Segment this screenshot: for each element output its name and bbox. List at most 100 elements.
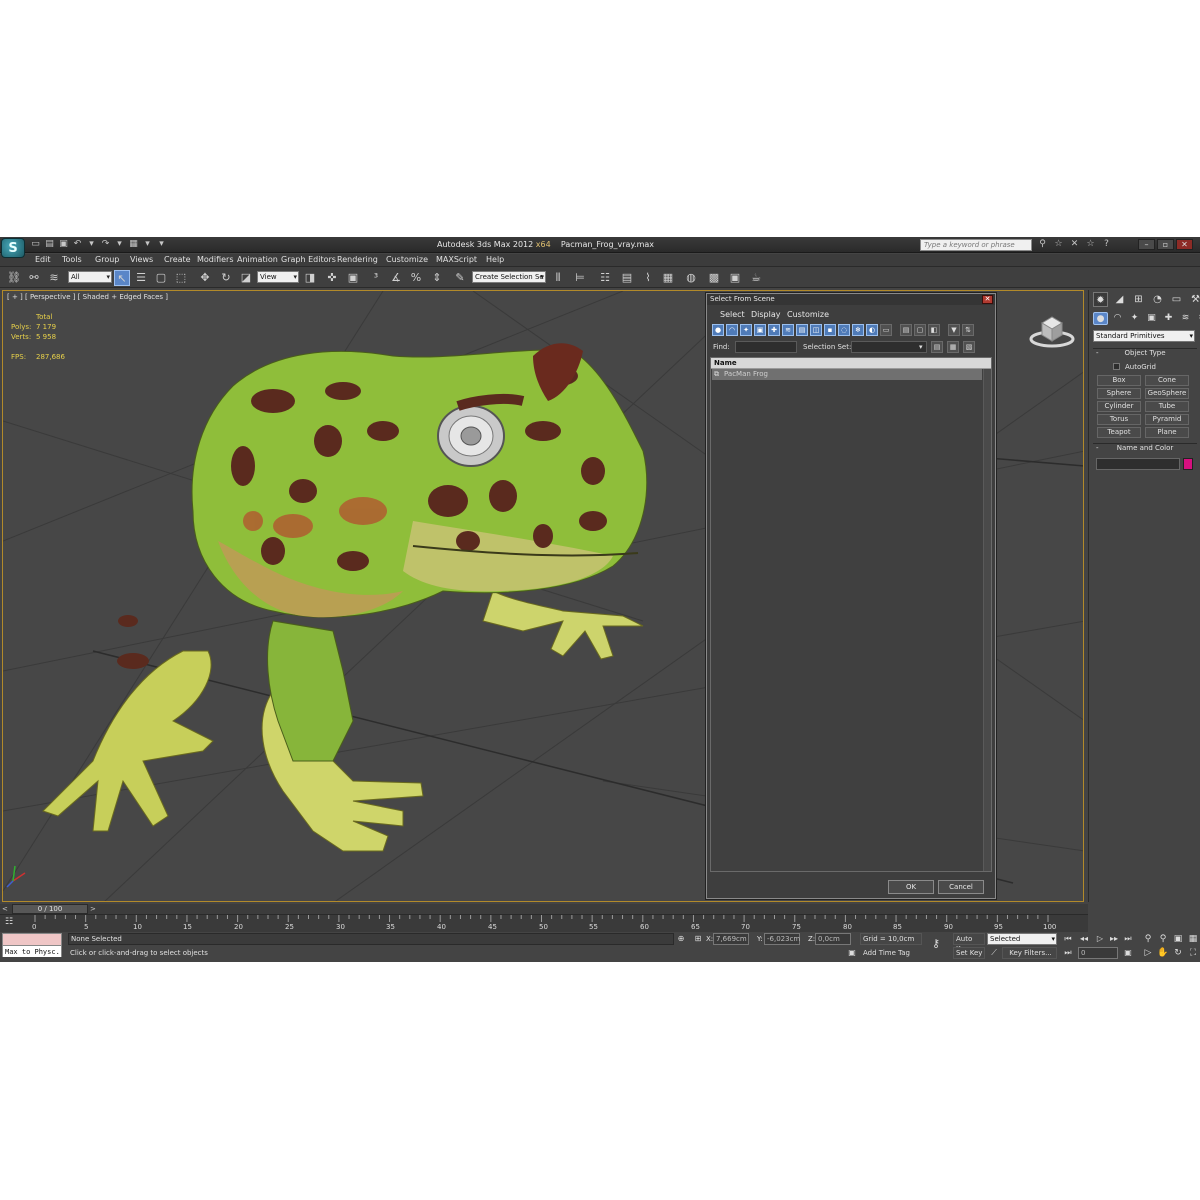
camera-filter-icon[interactable]: ▣ <box>754 324 766 336</box>
named-selection-dropdown[interactable]: Create Selection Se <box>472 271 546 283</box>
menu-modifiers[interactable]: Modifiers <box>197 255 234 264</box>
cancel-button[interactable]: Cancel <box>938 880 984 894</box>
menu-tools[interactable]: Tools <box>62 255 82 264</box>
time-configuration-icon[interactable]: ▣ <box>1122 947 1134 959</box>
menu-help[interactable]: Help <box>486 255 504 264</box>
spacewarp-filter-icon[interactable]: ≋ <box>782 324 794 336</box>
time-tag-icon[interactable]: ▣ <box>846 947 858 959</box>
systems-category-icon[interactable]: ✱ <box>1195 312 1200 325</box>
select-all-icon[interactable]: ▤ <box>900 324 912 336</box>
auto-key-button[interactable]: Auto Key <box>953 933 985 953</box>
motion-tab-icon[interactable]: ◔ <box>1150 292 1165 307</box>
key-mode-dropdown[interactable]: Selected <box>987 933 1057 945</box>
undo-icon[interactable]: ↶ <box>72 239 83 250</box>
default-tangents-icon[interactable]: ⟋ <box>988 947 1000 959</box>
key-icon[interactable]: ✕ <box>1069 239 1080 250</box>
link-icon[interactable]: ⛓ <box>6 270 22 286</box>
utilities-tab-icon[interactable]: ⚒ <box>1188 292 1200 307</box>
maxscript-listener[interactable]: Max to Physc. <box>2 933 62 957</box>
select-manipulate-icon[interactable]: ✜ <box>324 270 340 286</box>
dialog-menu-customize[interactable]: Customize <box>787 310 829 319</box>
menu-graph-editors[interactable]: Graph Editors <box>281 255 336 264</box>
tube-button[interactable]: Tube <box>1145 401 1189 412</box>
previous-frame-icon[interactable]: ◂◂ <box>1078 933 1090 945</box>
scale-icon[interactable]: ◪ <box>238 270 254 286</box>
y-coordinate-field[interactable]: -6,023cm <box>764 933 800 945</box>
maxscript-input[interactable]: Max to Physc. <box>3 945 61 957</box>
find-children-icon[interactable]: ▧ <box>963 341 975 353</box>
teapot-button[interactable]: Teapot <box>1097 427 1141 438</box>
selection-set-dropdown[interactable] <box>851 341 927 353</box>
move-icon[interactable]: ✥ <box>197 270 213 286</box>
track-bar[interactable]: ☷ 0 5 10 15 20 25 30 35 40 45 50 55 60 6… <box>0 914 1088 932</box>
unlink-icon[interactable]: ⚯ <box>26 270 42 286</box>
material-editor-icon[interactable]: ◍ <box>683 270 699 286</box>
bone-filter-icon[interactable]: ▪ <box>824 324 836 336</box>
minimize-button[interactable]: – <box>1138 239 1155 250</box>
render-setup-icon[interactable]: ▩ <box>706 270 722 286</box>
menu-animation[interactable]: Animation <box>237 255 278 264</box>
frozen-filter-icon[interactable]: ❄ <box>852 324 864 336</box>
app-logo[interactable]: S <box>1 238 25 258</box>
display-tab-icon[interactable]: ▭ <box>1169 292 1184 307</box>
selection-set-arrow-icon[interactable]: ▾ <box>919 343 923 351</box>
find-input[interactable] <box>735 341 797 353</box>
rendered-frame-icon[interactable]: ▣ <box>727 270 743 286</box>
close-button[interactable]: ✕ <box>1176 239 1193 250</box>
help-icon[interactable]: ? <box>1101 239 1112 250</box>
time-next-icon[interactable]: > <box>90 905 98 913</box>
name-color-rollout[interactable]: - Name and Color <box>1093 443 1197 453</box>
window-crossing-icon[interactable]: ⬚ <box>173 270 189 286</box>
cameras-category-icon[interactable]: ▣ <box>1144 312 1159 325</box>
percent-snap-icon[interactable]: % <box>408 270 424 286</box>
shape-filter-icon[interactable]: ◠ <box>726 324 738 336</box>
angle-snap-icon[interactable]: ∡ <box>388 270 404 286</box>
modify-tab-icon[interactable]: ◢ <box>1112 292 1127 307</box>
undo-dropdown-icon[interactable]: ▾ <box>86 239 97 250</box>
zoom-icon[interactable]: ⚲ <box>1141 932 1155 946</box>
selection-filter-dropdown[interactable]: All <box>68 271 112 283</box>
sort-icon[interactable]: ⇅ <box>962 324 974 336</box>
go-to-start-icon[interactable]: ⏮ <box>1062 933 1074 945</box>
pan-icon[interactable]: ✋ <box>1156 946 1170 960</box>
pivot-center-icon[interactable]: ◨ <box>302 270 318 286</box>
autogrid-checkbox[interactable]: AutoGrid <box>1113 363 1156 371</box>
field-of-view-icon[interactable]: ▷ <box>1141 946 1155 960</box>
name-column-header[interactable]: Name <box>711 358 991 369</box>
zoom-all-icon[interactable]: ⚲ <box>1156 932 1170 946</box>
align-icon[interactable]: ⊨ <box>572 270 588 286</box>
geometry-filter-icon[interactable]: ● <box>712 324 724 336</box>
schematic-view-icon[interactable]: ▦ <box>660 270 676 286</box>
list-scrollbar[interactable] <box>983 369 991 871</box>
plane-button[interactable]: Plane <box>1145 427 1189 438</box>
hidden-filter-icon[interactable]: ◐ <box>866 324 878 336</box>
lock-selection-icon[interactable]: ⊕ <box>675 933 687 945</box>
render-production-icon[interactable]: ☕ <box>748 270 764 286</box>
z-coordinate-field[interactable]: 0,0cm <box>815 933 851 945</box>
snap-toggle-icon[interactable]: ³ <box>368 270 384 286</box>
menu-maxscript[interactable]: MAXScript <box>436 255 477 264</box>
qat-customize-icon[interactable]: ▾ <box>156 239 167 250</box>
menu-customize[interactable]: Customize <box>386 255 428 264</box>
project-icon[interactable]: ▦ <box>128 239 139 250</box>
ok-button[interactable]: OK <box>888 880 934 894</box>
frog-model[interactable] <box>42 343 648 852</box>
x-coordinate-field[interactable]: 7,669cm <box>713 933 749 945</box>
pyramid-button[interactable]: Pyramid <box>1145 414 1189 425</box>
object-name-input[interactable] <box>1096 458 1180 470</box>
geosphere-button[interactable]: GeoSphere <box>1145 388 1189 399</box>
select-invert-icon[interactable]: ◧ <box>928 324 940 336</box>
select-none-icon[interactable]: ▢ <box>914 324 926 336</box>
select-object-icon[interactable]: ↖ <box>114 270 130 286</box>
key-mode-toggle-icon[interactable]: ⏭ <box>1062 947 1074 959</box>
object-color-swatch[interactable] <box>1183 458 1193 470</box>
curve-editor-icon[interactable]: ⌇ <box>640 270 656 286</box>
menu-edit[interactable]: Edit <box>35 255 51 264</box>
key-filters-button[interactable]: Key Filters... <box>1002 947 1057 959</box>
list-item[interactable]: ⧉ PacMan Frog <box>712 369 982 380</box>
time-slider[interactable]: < 0 / 100 > <box>0 904 1088 914</box>
dialog-close-button[interactable]: ✕ <box>982 295 993 304</box>
play-icon[interactable]: ▷ <box>1094 933 1106 945</box>
spinner-snap-icon[interactable]: ⇕ <box>429 270 445 286</box>
star-icon[interactable]: ☆ <box>1053 239 1064 250</box>
